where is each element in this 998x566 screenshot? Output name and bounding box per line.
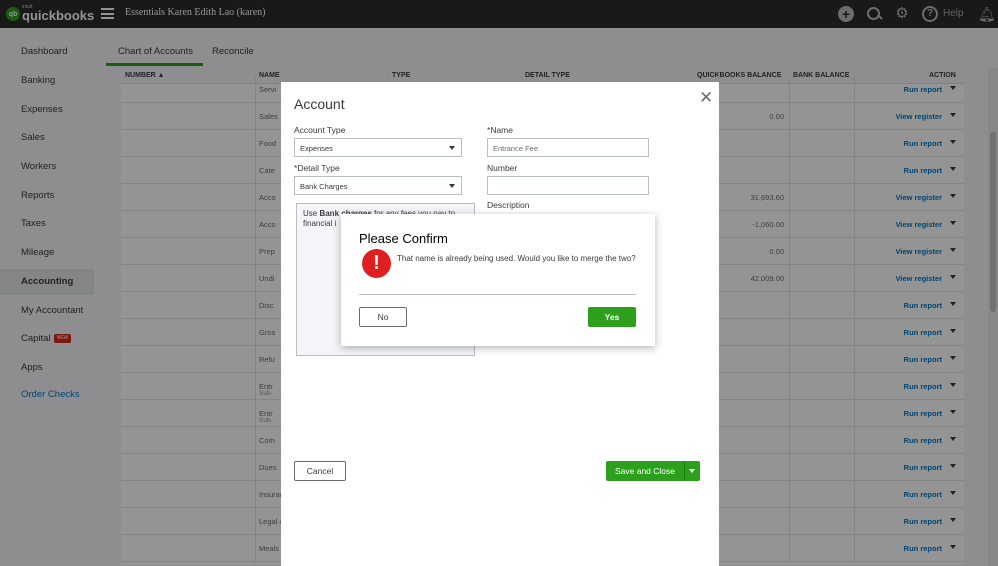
number-label: Number bbox=[487, 163, 518, 173]
description-label: Description bbox=[487, 200, 530, 210]
name-label-text: Name bbox=[490, 125, 513, 135]
save-and-close-label: Save and Close bbox=[614, 466, 675, 476]
save-and-close-button[interactable]: Save and Close bbox=[606, 461, 700, 481]
account-type-value: Expenses bbox=[300, 144, 333, 153]
no-button[interactable]: No bbox=[359, 307, 407, 327]
cancel-button[interactable]: Cancel bbox=[294, 461, 346, 481]
detail-type-label-text: Detail Type bbox=[297, 163, 340, 173]
detail-type-select[interactable]: Bank Charges bbox=[294, 176, 462, 195]
button-divider bbox=[684, 461, 685, 481]
confirm-title: Please Confirm bbox=[359, 231, 448, 246]
name-label: *Name bbox=[487, 125, 513, 135]
number-input[interactable] bbox=[487, 176, 649, 195]
chevron-down-icon bbox=[449, 146, 455, 150]
close-icon[interactable]: ✕ bbox=[699, 88, 713, 108]
chevron-down-icon[interactable] bbox=[689, 469, 695, 473]
detail-type-label: *Detail Type bbox=[294, 163, 340, 173]
confirm-dialog: Please Confirm ! That name is already be… bbox=[341, 214, 655, 346]
yes-button[interactable]: Yes bbox=[588, 307, 636, 327]
divider bbox=[359, 294, 636, 295]
name-input[interactable]: Entrance Fee bbox=[487, 138, 649, 157]
chevron-down-icon bbox=[449, 184, 455, 188]
account-type-label: Account Type bbox=[294, 125, 346, 135]
confirm-message: That name is already being used. Would y… bbox=[397, 254, 636, 263]
account-type-select[interactable]: Expenses bbox=[294, 138, 462, 157]
panel-title: Account bbox=[294, 96, 345, 112]
exclamation-icon: ! bbox=[362, 249, 391, 278]
detail-type-value: Bank Charges bbox=[300, 182, 348, 191]
desc-prefix: Use bbox=[303, 209, 320, 218]
